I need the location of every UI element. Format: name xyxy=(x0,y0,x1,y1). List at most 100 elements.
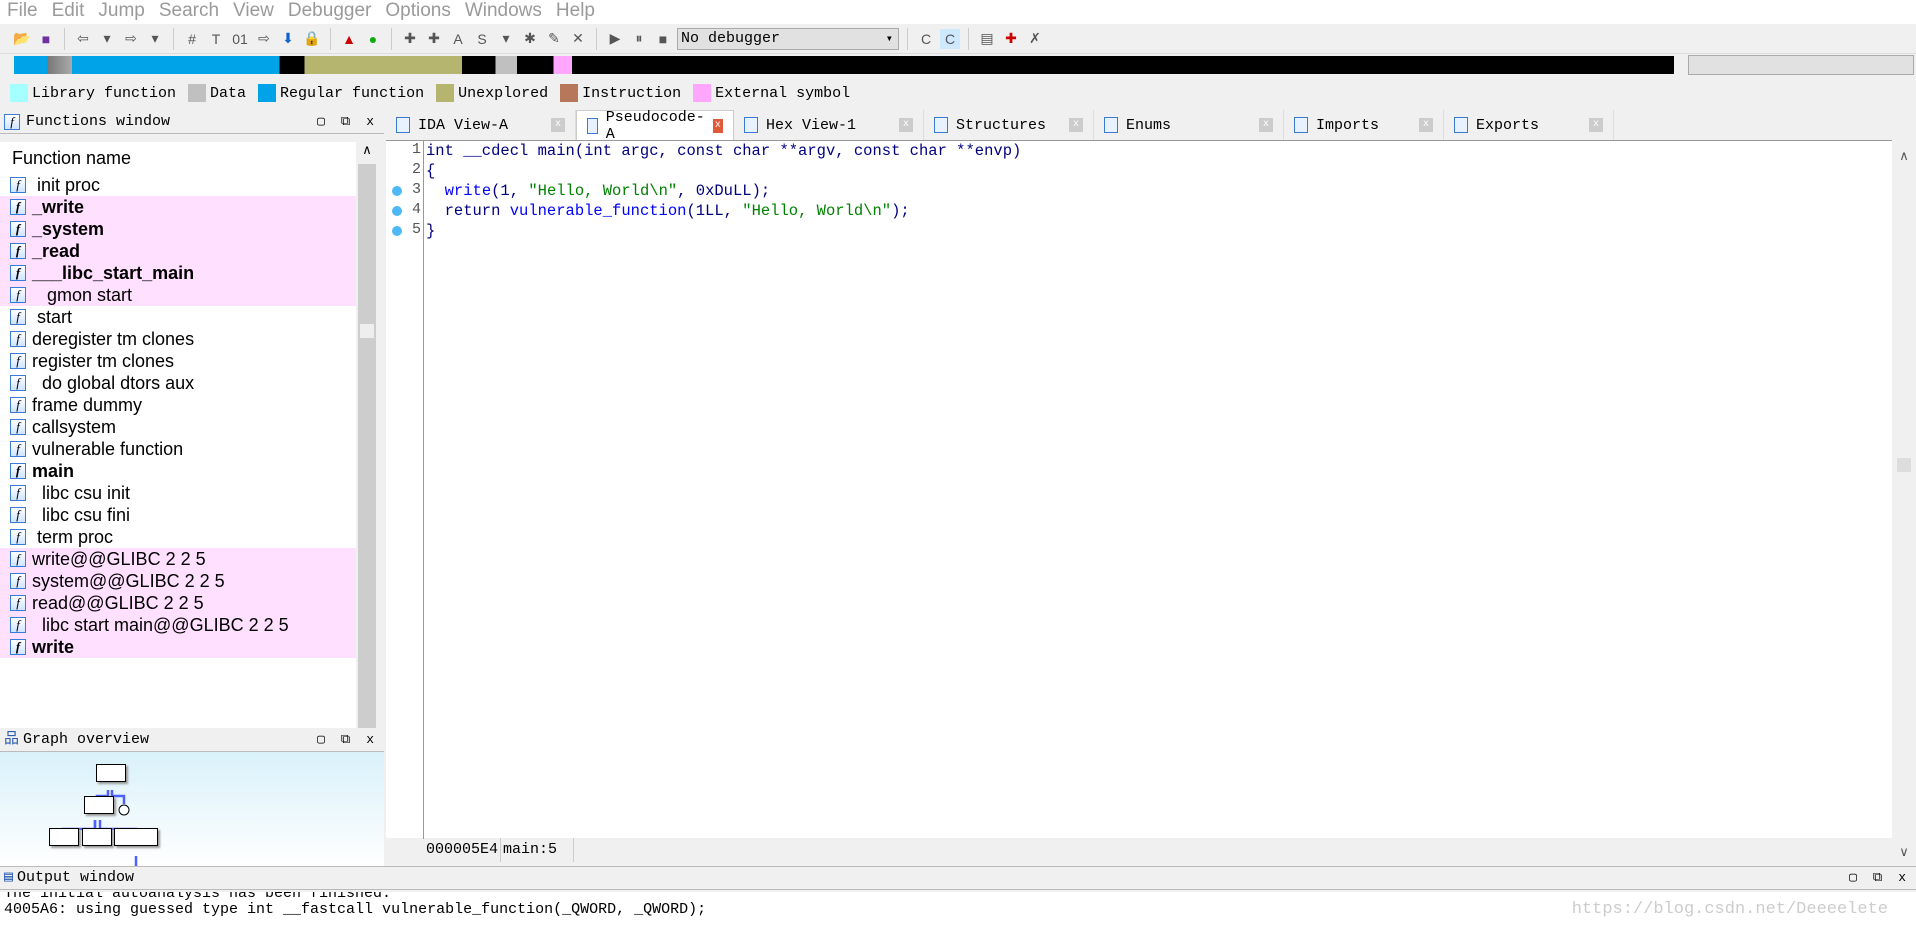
lock-icon[interactable]: 🔒 xyxy=(302,29,322,49)
function-row[interactable]: f write@@GLIBC 2 2 5 xyxy=(0,548,356,570)
function-row[interactable]: f _read xyxy=(0,240,356,262)
breakpoint-dot-icon[interactable] xyxy=(392,226,402,236)
hexrays-icon[interactable]: C xyxy=(916,29,936,49)
struct-icon[interactable]: S xyxy=(472,29,492,49)
tab-close-icon[interactable]: x xyxy=(1589,118,1603,132)
column-header-function-name[interactable]: Function name xyxy=(0,142,356,174)
function-row[interactable]: f start xyxy=(0,306,356,328)
breakpoint-dot-icon[interactable] xyxy=(392,206,402,216)
function-row[interactable]: f do global dtors aux xyxy=(0,372,356,394)
warning-icon[interactable]: ▲ xyxy=(339,29,359,49)
output-text[interactable]: The initial autoanalysis has been finish… xyxy=(0,892,1916,926)
float-icon[interactable]: ⧉ xyxy=(341,728,350,752)
back-icon[interactable]: ⇦ xyxy=(73,29,93,49)
scroll-up-icon[interactable]: ∧ xyxy=(356,142,378,158)
function-row[interactable]: f register tm clones xyxy=(0,350,356,372)
array-icon[interactable]: ✱ xyxy=(520,29,540,49)
tab-close-icon[interactable]: x xyxy=(899,118,913,132)
code-vertical-scrollbar[interactable]: ∧ ∨ xyxy=(1892,140,1916,864)
tab-close-icon[interactable]: x xyxy=(1259,118,1273,132)
breakpoint-icon[interactable]: ✚ xyxy=(1001,29,1021,49)
code-line[interactable]: write(1, "Hello, World\n", 0xDuLL); xyxy=(426,181,1021,201)
tab-enums[interactable]: Enums x xyxy=(1094,110,1284,140)
function-row[interactable]: f ___libc_start_main xyxy=(0,262,356,284)
function-row[interactable]: f frame dummy xyxy=(0,394,356,416)
forward-icon[interactable]: ⇨ xyxy=(121,29,141,49)
close-icon[interactable]: x xyxy=(366,110,374,134)
play-icon[interactable]: ▶ xyxy=(605,29,625,49)
save-icon[interactable]: ■ xyxy=(36,29,56,49)
function-row[interactable]: f callsystem xyxy=(0,416,356,438)
scroll-up-icon[interactable]: ∧ xyxy=(1892,148,1916,164)
float-icon[interactable]: ⧉ xyxy=(341,110,350,134)
functions-vertical-scrollbar[interactable]: ∧ ∨ xyxy=(356,142,378,776)
tab-pseudocode-a[interactable]: Pseudocode-A x xyxy=(576,109,734,143)
close-icon[interactable]: x xyxy=(1898,866,1906,890)
code-line[interactable]: int __cdecl main(int argc, const char **… xyxy=(426,141,1021,161)
function-row[interactable]: f libc start main@@GLIBC 2 2 5 xyxy=(0,614,356,636)
function-row[interactable]: f libc csu fini xyxy=(0,504,356,526)
string-icon[interactable]: A xyxy=(448,29,468,49)
menu-help[interactable]: Help xyxy=(549,0,602,24)
tools-icon[interactable]: ✗ xyxy=(1025,29,1045,49)
float-icon[interactable]: ⧉ xyxy=(1873,866,1882,890)
function-row[interactable]: f gmon start xyxy=(0,284,356,306)
tab-close-icon[interactable]: x xyxy=(1069,118,1083,132)
tab-close-icon[interactable]: x xyxy=(551,118,565,132)
data-icon[interactable]: ✚ xyxy=(424,29,444,49)
function-row[interactable]: f write xyxy=(0,636,356,658)
close-icon[interactable]: x xyxy=(366,728,374,752)
menu-edit[interactable]: Edit xyxy=(45,0,92,24)
function-row[interactable]: f _system xyxy=(0,218,356,240)
function-row[interactable]: f term proc xyxy=(0,526,356,548)
navigation-band-dropdown[interactable] xyxy=(1688,55,1914,75)
dropdown-icon[interactable]: ▾ xyxy=(496,29,516,49)
code-line[interactable]: return vulnerable_function(1LL, "Hello, … xyxy=(426,201,1021,221)
menu-windows[interactable]: Windows xyxy=(458,0,549,24)
open-icon[interactable]: 📂 xyxy=(12,29,32,49)
function-row[interactable]: f read@@GLIBC 2 2 5 xyxy=(0,592,356,614)
graph-overview-canvas[interactable] xyxy=(0,752,384,866)
tab-close-icon[interactable]: x xyxy=(712,118,723,133)
pseudocode-view[interactable]: 1 2 3 4 5 int __cdecl main(int argc, const c… xyxy=(386,140,1892,839)
function-row[interactable]: f main xyxy=(0,460,356,482)
stop-icon[interactable]: ■ xyxy=(653,29,673,49)
search-text-icon[interactable]: T xyxy=(206,29,226,49)
function-row[interactable]: f init proc xyxy=(0,174,356,196)
undefine-icon[interactable]: ✕ xyxy=(568,29,588,49)
tab-exports[interactable]: Exports x xyxy=(1444,110,1614,140)
menu-jump[interactable]: Jump xyxy=(91,0,151,24)
maximize-icon[interactable]: ▢ xyxy=(317,110,325,134)
function-row[interactable]: f libc csu init xyxy=(0,482,356,504)
menu-view[interactable]: View xyxy=(226,0,281,24)
tab-close-icon[interactable]: x xyxy=(1419,118,1433,132)
menu-file[interactable]: File xyxy=(0,0,45,24)
tab-imports[interactable]: Imports x xyxy=(1284,110,1444,140)
tab-hex-view-1[interactable]: Hex View-1 x xyxy=(734,110,924,140)
green-circle-icon[interactable]: ● xyxy=(363,29,383,49)
plugin-icon[interactable]: ▤ xyxy=(977,29,997,49)
scroll-down-icon[interactable]: ∨ xyxy=(1892,844,1916,860)
menu-debugger[interactable]: Debugger xyxy=(281,0,378,24)
maximize-icon[interactable]: ▢ xyxy=(317,728,325,752)
code-line[interactable]: } xyxy=(426,221,1021,241)
search-sequence-icon[interactable]: # xyxy=(182,29,202,49)
function-row[interactable]: f system@@GLIBC 2 2 5 xyxy=(0,570,356,592)
search-binary-icon[interactable]: 01 xyxy=(230,29,250,49)
forward-dropdown-icon[interactable]: ▾ xyxy=(145,29,165,49)
navigation-band[interactable] xyxy=(14,56,1674,74)
tab-ida-view-a[interactable]: IDA View-A x xyxy=(386,110,576,140)
function-row[interactable]: f _write xyxy=(0,196,356,218)
search-next-icon[interactable]: ⇨ xyxy=(254,29,274,49)
jump-down-icon[interactable]: ⬇ xyxy=(278,29,298,49)
pause-icon[interactable]: ⏸ xyxy=(629,29,649,49)
menu-options[interactable]: Options xyxy=(378,0,457,24)
decompile-icon[interactable]: C xyxy=(940,28,960,49)
function-row[interactable]: f deregister tm clones xyxy=(0,328,356,350)
debugger-select[interactable]: No debugger xyxy=(677,27,899,50)
menu-search[interactable]: Search xyxy=(152,0,226,24)
back-dropdown-icon[interactable]: ▾ xyxy=(97,29,117,49)
breakpoint-dot-icon[interactable] xyxy=(392,186,402,196)
code-lines[interactable]: int __cdecl main(int argc, const char **… xyxy=(426,141,1021,241)
maximize-icon[interactable]: ▢ xyxy=(1849,866,1857,890)
